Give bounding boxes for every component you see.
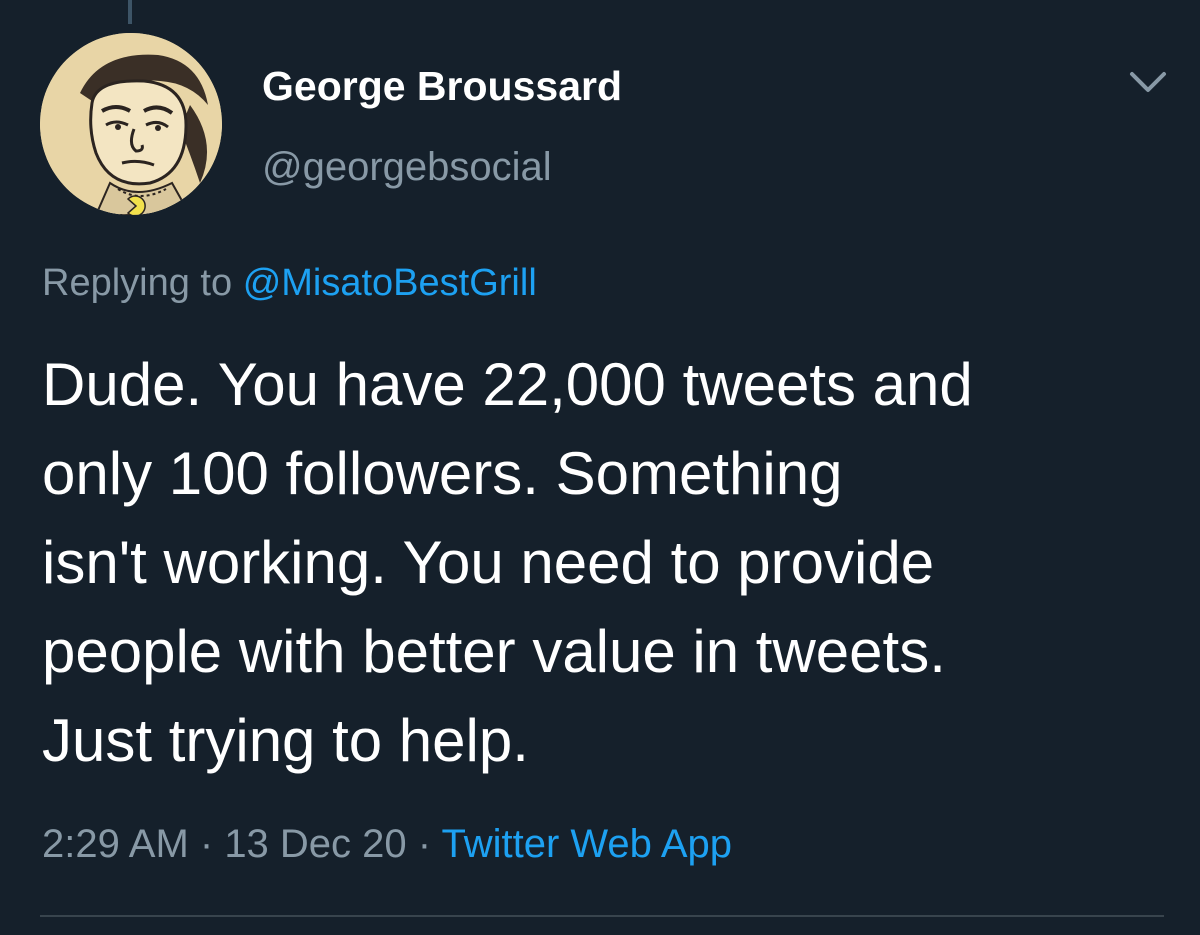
cartoon-face-avatar-icon	[40, 33, 222, 215]
tweet-text: Dude. You have 22,000 tweets and only 10…	[42, 340, 1182, 785]
author-display-name[interactable]: George Broussard	[262, 62, 622, 110]
meta-separator: ·	[406, 822, 442, 866]
tweet-date[interactable]: 13 Dec 20	[224, 822, 406, 866]
reply-context: Replying to @MisatoBestGrill	[42, 259, 537, 307]
thread-connector-line	[128, 0, 132, 24]
chevron-down-icon	[1130, 72, 1166, 92]
tweet-text-line: isn't working. You need to provide	[42, 529, 935, 596]
author-handle[interactable]: @georgebsocial	[262, 143, 552, 191]
avatar[interactable]	[40, 33, 222, 215]
tweet-source-link[interactable]: Twitter Web App	[441, 822, 732, 866]
reply-prefix: Replying to	[42, 262, 233, 304]
tweet-text-line: people with better value in tweets.	[42, 618, 946, 685]
tweet-text-line: Dude. You have 22,000 tweets and	[42, 351, 973, 418]
tweet-metadata: 2:29 AM · 13 Dec 20 · Twitter Web App	[42, 817, 732, 871]
divider	[40, 915, 1164, 917]
tweet-menu-button[interactable]	[1126, 66, 1170, 102]
tweet-text-line: only 100 followers. Something	[42, 440, 843, 507]
meta-separator: ·	[188, 822, 225, 866]
reply-mention-link[interactable]: @MisatoBestGrill	[243, 262, 537, 304]
tweet-time[interactable]: 2:29 AM	[42, 822, 189, 866]
tweet-text-line: Just trying to help.	[42, 707, 529, 774]
